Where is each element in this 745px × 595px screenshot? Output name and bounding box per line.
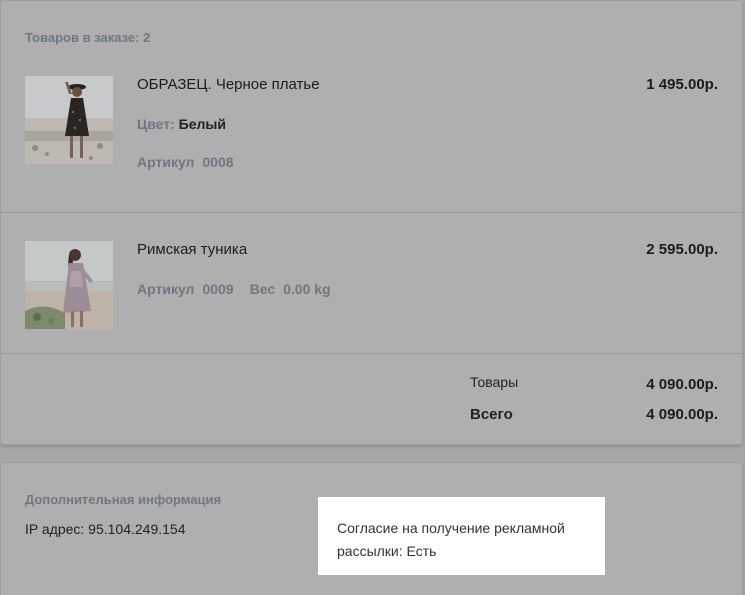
consent-tooltip: Согласие на получение рекламной рассылки… [318, 497, 605, 575]
product-photo [25, 241, 113, 329]
weight-value: 0.00 kg [283, 281, 331, 297]
item-price: 1 495.00р. [646, 76, 718, 93]
goods-total-value: 4 090.00р. [646, 376, 718, 393]
sku-value: 0009 [202, 281, 234, 297]
item-name[interactable]: Римская туника [137, 241, 247, 258]
order-summary-card: Товаров в заказе: 2 ОБРАЗЕЦ. Черное плат… [0, 0, 743, 445]
sku-value: 0008 [202, 154, 234, 170]
additional-info-title: Дополнительная информация [25, 492, 222, 507]
weight-label: Вес [249, 281, 276, 297]
item-sku-weight: Артикул 0009 Вес 0.00 kg [137, 281, 331, 297]
item-price: 2 595.00р. [646, 241, 718, 258]
color-value: Белый [178, 116, 226, 132]
sku-label: Артикул [137, 154, 195, 170]
items-count-label: Товаров в заказе: 2 [25, 30, 151, 45]
product-photo [25, 76, 113, 164]
item-divider [1, 212, 742, 213]
color-label: Цвет: [137, 116, 175, 132]
product-image-roman-tunic[interactable] [25, 241, 113, 329]
item-color: Цвет: Белый [137, 116, 226, 132]
goods-total-label: Товары [470, 374, 519, 390]
item-sku: Артикул 0008 [137, 154, 234, 170]
ip-address: IP адрес: 95.104.249.154 [25, 521, 186, 537]
item-name[interactable]: ОБРАЗЕЦ. Черное платье [137, 76, 320, 93]
totals-divider [1, 353, 742, 354]
sku-label: Артикул [137, 281, 195, 297]
grand-total-label: Всего [470, 406, 513, 423]
grand-total-value: 4 090.00р. [646, 406, 718, 423]
product-image-black-dress[interactable] [25, 76, 113, 164]
